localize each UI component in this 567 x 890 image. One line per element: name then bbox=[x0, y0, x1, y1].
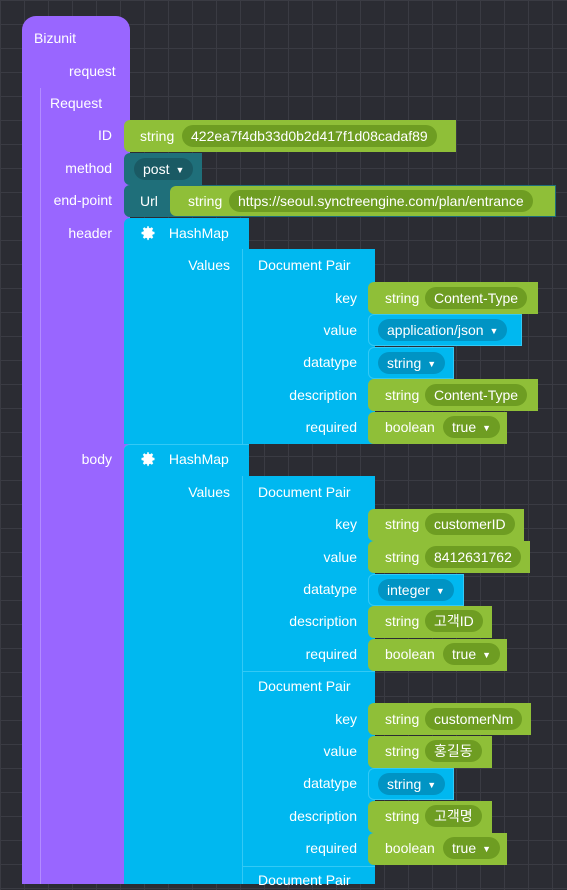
value-label: value bbox=[323, 743, 357, 759]
endpoint-kind-label: Url bbox=[140, 193, 158, 209]
string-type-label: string bbox=[385, 743, 420, 759]
string-type-label: string bbox=[385, 516, 420, 532]
string-type-label: string bbox=[385, 613, 420, 629]
endpoint-type-label: string bbox=[188, 193, 223, 209]
body1-required: true bbox=[452, 646, 477, 662]
value-label: value bbox=[323, 549, 357, 565]
id-value-field[interactable]: 422ea7f4db33d0b2d417f1d08cadaf89 bbox=[182, 125, 437, 147]
body2-required-dropdown[interactable]: true ▼ bbox=[443, 837, 501, 859]
triangle-down-icon: ▼ bbox=[482, 844, 492, 854]
endpoint-label: end-point bbox=[53, 192, 112, 208]
header-value-dropdown[interactable]: application/json ▼ bbox=[378, 319, 508, 341]
body1-datatype: integer bbox=[387, 582, 430, 598]
body2-required: true bbox=[452, 840, 477, 856]
boolean-type-label: boolean bbox=[385, 840, 435, 856]
triangle-down-icon: ▼ bbox=[175, 165, 185, 175]
required-label: required bbox=[305, 419, 357, 435]
id-label: ID bbox=[98, 127, 112, 143]
body1-value-field[interactable]: 8412631762 bbox=[425, 546, 521, 568]
datatype-label: datatype bbox=[303, 775, 357, 791]
gear-icon[interactable] bbox=[140, 451, 156, 467]
body-values-label: Values bbox=[188, 484, 230, 500]
header-hashmap-title: HashMap bbox=[140, 223, 229, 243]
header-required-dropdown[interactable]: true ▼ bbox=[443, 416, 501, 438]
body-document-pair-2[interactable] bbox=[242, 671, 375, 866]
body2-datatype: string bbox=[387, 776, 422, 792]
body2-value-field[interactable]: 홍길동 bbox=[425, 740, 482, 762]
body2-description-field[interactable]: 고객명 bbox=[425, 805, 482, 827]
header-datatype: string bbox=[387, 355, 422, 371]
method-dropdown[interactable]: post ▼ bbox=[134, 158, 194, 180]
header-label: header bbox=[68, 225, 112, 241]
required-label: required bbox=[305, 646, 357, 662]
body2-key-field[interactable]: customerNm bbox=[425, 708, 523, 730]
body1-key-field[interactable]: customerID bbox=[425, 513, 515, 535]
body-hashmap-label: HashMap bbox=[168, 451, 229, 467]
header-key-field[interactable]: Content-Type bbox=[425, 287, 528, 309]
triangle-down-icon: ▼ bbox=[427, 780, 437, 790]
header-datatype-dropdown[interactable]: string ▼ bbox=[378, 352, 446, 374]
description-label: description bbox=[289, 387, 357, 403]
required-label: required bbox=[305, 840, 357, 856]
body-document-pair-1[interactable] bbox=[242, 476, 375, 671]
endpoint-value-field[interactable]: https://seoul.synctreengine.com/plan/ent… bbox=[229, 190, 533, 212]
boolean-type-label: boolean bbox=[385, 646, 435, 662]
document-pair-title: Document Pair bbox=[258, 872, 351, 888]
bizunit-title: Bizunit bbox=[34, 30, 77, 46]
body-hashmap-block[interactable] bbox=[124, 444, 249, 884]
document-pair-title: Document Pair bbox=[258, 484, 351, 500]
triangle-down-icon: ▼ bbox=[435, 586, 445, 596]
id-type-label: string bbox=[140, 128, 175, 144]
string-type-label: string bbox=[385, 711, 420, 727]
triangle-down-icon: ▼ bbox=[427, 359, 437, 369]
datatype-label: datatype bbox=[303, 354, 357, 370]
document-pair-title: Document Pair bbox=[258, 678, 351, 694]
body1-datatype-dropdown[interactable]: integer ▼ bbox=[378, 579, 454, 601]
description-label: description bbox=[289, 613, 357, 629]
description-label: description bbox=[289, 808, 357, 824]
string-type-label: string bbox=[385, 549, 420, 565]
triangle-down-icon: ▼ bbox=[482, 423, 492, 433]
header-values-label: Values bbox=[188, 257, 230, 273]
header-required: true bbox=[452, 419, 477, 435]
body1-required-dropdown[interactable]: true ▼ bbox=[443, 643, 501, 665]
key-label: key bbox=[335, 711, 357, 727]
triangle-down-icon: ▼ bbox=[482, 650, 492, 660]
triangle-down-icon: ▼ bbox=[489, 326, 499, 336]
value-label: value bbox=[323, 322, 357, 338]
string-type-label: string bbox=[385, 387, 420, 403]
method-value: post bbox=[143, 161, 170, 177]
header-hashmap-label: HashMap bbox=[168, 225, 229, 241]
string-type-label: string bbox=[385, 290, 420, 306]
header-description-field[interactable]: Content-Type bbox=[425, 384, 528, 406]
request-title: Request bbox=[50, 95, 103, 111]
method-label: method bbox=[65, 160, 112, 176]
boolean-type-label: boolean bbox=[385, 419, 435, 435]
string-type-label: string bbox=[385, 808, 420, 824]
bizunit-request-label: request bbox=[69, 63, 116, 79]
gear-icon[interactable] bbox=[140, 225, 156, 241]
header-hashmap-block[interactable] bbox=[124, 218, 249, 444]
header-document-pair[interactable] bbox=[242, 249, 375, 444]
body2-datatype-dropdown[interactable]: string ▼ bbox=[378, 773, 446, 795]
datatype-label: datatype bbox=[303, 581, 357, 597]
body1-description-field[interactable]: 고객ID bbox=[425, 610, 483, 632]
key-label: key bbox=[335, 516, 357, 532]
key-label: key bbox=[335, 290, 357, 306]
body-label: body bbox=[81, 451, 112, 467]
header-value: application/json bbox=[387, 322, 484, 338]
document-pair-title: Document Pair bbox=[258, 257, 351, 273]
body-hashmap-title: HashMap bbox=[140, 449, 229, 469]
